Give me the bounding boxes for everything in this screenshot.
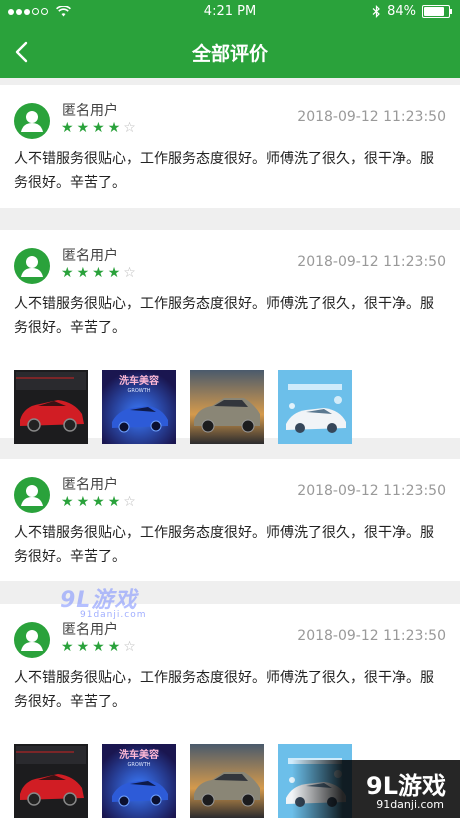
svg-text:洗车美容: 洗车美容 [119, 374, 159, 387]
review-photo-blue-car-poster[interactable]: 洗车美容 GROWTH [102, 370, 176, 444]
svg-text:GROWTH: GROWTH [127, 388, 150, 394]
review-photo-bronze-sedan[interactable] [190, 370, 264, 444]
star-filled-icon: ★ [92, 494, 108, 510]
review-photos: 洗车美容 GROWTH [14, 370, 352, 444]
star-rating: ★★★★☆ [61, 120, 139, 136]
star-filled-icon: ★ [61, 265, 77, 281]
star-empty-icon: ☆ [123, 494, 139, 510]
status-right: 84% [372, 4, 452, 19]
user-icon [21, 485, 43, 506]
reviewer-name: 匿名用户 [62, 103, 118, 119]
corner-watermark: 9L游戏 91danji.com [292, 760, 460, 818]
star-rating: ★★★★☆ [61, 265, 139, 281]
battery-icon [422, 5, 452, 18]
review-date: 2018-09-12 11:23:50 [297, 628, 446, 644]
star-rating: ★★★★☆ [61, 494, 139, 510]
user-icon [21, 256, 43, 277]
reviewer-name: 匿名用户 [62, 477, 118, 493]
star-empty-icon: ☆ [123, 639, 139, 655]
star-filled-icon: ★ [107, 265, 124, 281]
page-title: 全部评价 [191, 43, 268, 65]
review-photo-blue-car-poster[interactable]: 洗车美容 GROWTH [102, 744, 176, 818]
star-filled-icon: ★ [61, 120, 77, 136]
bluetooth-icon [372, 5, 380, 18]
reviewer-name: 匿名用户 [62, 248, 118, 264]
star-filled-icon: ★ [107, 120, 124, 136]
star-filled-icon: ★ [107, 639, 124, 655]
star-filled-icon: ★ [92, 265, 108, 281]
star-empty-icon: ☆ [123, 265, 139, 281]
review-comment: 人不错服务很贴心，工作服务态度很好。师傅洗了很久，很干净。服务很好。辛苦了。 [14, 670, 434, 710]
nav-bar: 全部评价 [0, 26, 460, 78]
reviewer-name: 匿名用户 [62, 622, 118, 638]
watermark-logo: 9L游戏 91danji.com [60, 582, 146, 620]
star-filled-icon: ★ [92, 639, 108, 655]
review-card: 匿名用户 ★★★★☆ 2018-09-12 11:23:50 人不错服务很贴心，… [0, 230, 460, 444]
svg-text:洗车美容: 洗车美容 [119, 748, 159, 761]
review-comment: 人不错服务很贴心，工作服务态度很好。师傅洗了很久，很干净。服务很好。辛苦了。 [14, 525, 434, 565]
review-date: 2018-09-12 11:23:50 [297, 109, 446, 125]
review-card: 匿名用户 ★★★★☆ 2018-09-12 11:23:50 人不错服务很贴心，… [0, 459, 460, 581]
user-icon [21, 111, 43, 132]
star-filled-icon: ★ [61, 639, 77, 655]
review-comment: 人不错服务很贴心，工作服务态度很好。师傅洗了很久，很干净。服务很好。辛苦了。 [14, 296, 434, 336]
watermark-url: 91danji.com [80, 610, 147, 620]
star-filled-icon: ★ [92, 120, 108, 136]
avatar [14, 103, 50, 139]
star-filled-icon: ★ [76, 120, 93, 136]
star-filled-icon: ★ [76, 494, 93, 510]
review-card: 匿名用户 ★★★★☆ 2018-09-12 11:23:50 人不错服务很贴心，… [0, 85, 460, 208]
star-filled-icon: ★ [107, 494, 124, 510]
review-photo-car-wash-ad[interactable] [278, 370, 352, 444]
review-comment: 人不错服务很贴心，工作服务态度很好。师傅洗了很久，很干净。服务很好。辛苦了。 [14, 151, 434, 191]
status-bar: 4:21 PM 84% [0, 0, 460, 26]
review-date: 2018-09-12 11:23:50 [297, 254, 446, 270]
svg-text:GROWTH: GROWTH [127, 762, 150, 768]
star-empty-icon: ☆ [123, 120, 139, 136]
avatar [14, 477, 50, 513]
star-rating: ★★★★☆ [61, 639, 139, 655]
review-date: 2018-09-12 11:23:50 [297, 483, 446, 499]
review-photo-red-sports-car[interactable] [14, 744, 88, 818]
star-filled-icon: ★ [76, 265, 93, 281]
avatar [14, 622, 50, 658]
battery-percent: 84% [387, 4, 416, 19]
review-photo-bronze-sedan[interactable] [190, 744, 264, 818]
star-filled-icon: ★ [61, 494, 77, 510]
user-icon [21, 630, 43, 651]
avatar [14, 248, 50, 284]
review-photo-red-sports-car[interactable] [14, 370, 88, 444]
corner-watermark-logo: 9L游戏 [366, 772, 446, 800]
corner-watermark-url: 91danji.com [376, 798, 444, 811]
battery-fill [424, 7, 444, 16]
star-filled-icon: ★ [76, 639, 93, 655]
